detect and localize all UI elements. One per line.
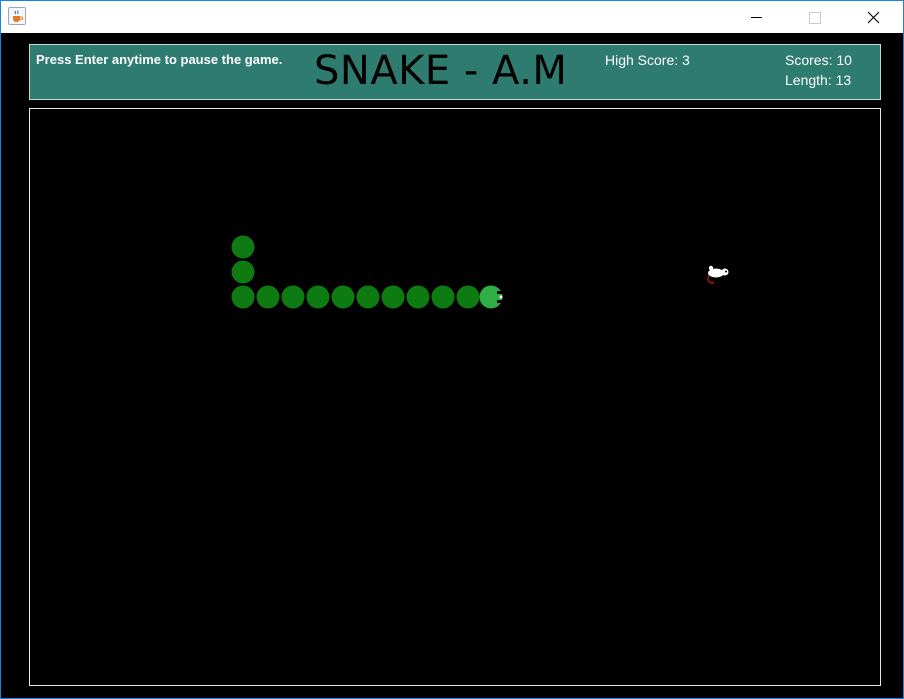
scores-label: Scores: 10 — [785, 52, 852, 68]
title-bar[interactable] — [1, 1, 903, 33]
snake-segment — [406, 285, 430, 309]
length-label: Length: 13 — [785, 72, 852, 88]
snake-segment — [231, 260, 255, 284]
snake-segment — [456, 285, 480, 309]
mouse-food-icon — [707, 265, 729, 284]
board-canvas — [231, 235, 729, 309]
snake-segment — [256, 285, 280, 309]
snake-segment — [231, 285, 255, 309]
snake-head — [479, 285, 503, 309]
snake-segment — [381, 285, 405, 309]
high-score-label: High Score: 3 — [605, 52, 690, 68]
snake-segment — [331, 285, 355, 309]
java-cup-graphic — [13, 10, 24, 22]
minimize-button[interactable] — [728, 1, 786, 33]
snake-segment — [281, 285, 305, 309]
maximize-button[interactable] — [786, 1, 844, 33]
close-icon — [867, 11, 880, 24]
java-cup-icon[interactable] — [8, 7, 26, 25]
game-title: SNAKE - A.M — [314, 48, 568, 94]
app-window: Press Enter anytime to pause the game. S… — [0, 0, 904, 699]
snake-segment — [431, 285, 455, 309]
snake-segment — [356, 285, 380, 309]
snake-segment — [231, 235, 255, 259]
game-board[interactable] — [29, 108, 881, 686]
snake-segment — [306, 285, 330, 309]
minimize-icon — [751, 17, 762, 18]
pause-hint: Press Enter anytime to pause the game. — [36, 52, 283, 67]
maximize-icon — [809, 12, 821, 24]
header-panel: Press Enter anytime to pause the game. S… — [29, 44, 881, 100]
close-button[interactable] — [844, 1, 902, 33]
